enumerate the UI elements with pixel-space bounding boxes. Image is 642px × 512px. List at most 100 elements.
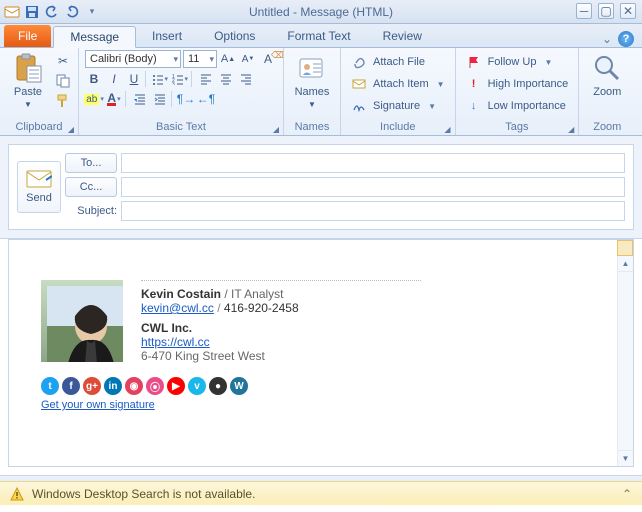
gplus-icon[interactable]: g+ (83, 377, 101, 395)
names-button[interactable]: Names▼ (290, 50, 334, 112)
tags-launcher-icon[interactable]: ◢ (568, 125, 574, 134)
low-importance-icon: ↓ (466, 98, 482, 114)
font-color-icon[interactable]: A (105, 90, 123, 108)
signature-email-link[interactable]: kevin@cwl.cc (141, 301, 214, 315)
maximize-button[interactable]: ▢ (598, 3, 614, 19)
basictext-launcher-icon[interactable]: ◢ (273, 125, 279, 134)
qat-dropdown-icon[interactable]: ▾ (84, 4, 100, 20)
status-expand-icon[interactable]: ⌃ (622, 487, 632, 501)
shrink-font-icon[interactable]: A▼ (239, 50, 257, 68)
warning-icon (10, 487, 24, 501)
to-button[interactable]: To... (65, 153, 117, 173)
signature-company: CWL Inc. (141, 321, 421, 335)
minimize-button[interactable]: ─ (576, 3, 592, 19)
signature-name: Kevin Costain (141, 287, 221, 301)
tab-file[interactable]: File (4, 25, 51, 47)
wordpress-icon[interactable]: W (230, 377, 248, 395)
attach-item-button[interactable]: Attach Item▼ (347, 74, 449, 94)
high-importance-icon: ! (466, 76, 482, 92)
ltr-icon[interactable]: ¶→ (177, 90, 195, 108)
group-basic-text: Calibri (Body) 11 A▲ A▼ A⌫ B I U 123 (79, 48, 284, 135)
svg-text:3: 3 (172, 82, 175, 85)
ribbon: Paste▼ ✂ Clipboard◢ Calibri (Body) 11 A▲… (0, 48, 642, 136)
clipboard-launcher-icon[interactable]: ◢ (68, 125, 74, 134)
zoom-button[interactable]: Zoom (585, 50, 629, 100)
minimize-ribbon-icon[interactable]: ⌄ (602, 32, 612, 46)
message-header: Send To... Cc... Subject: (0, 136, 642, 239)
status-bar: Windows Desktop Search is not available.… (0, 481, 642, 505)
save-icon[interactable] (24, 4, 40, 20)
facebook-icon[interactable]: f (62, 377, 80, 395)
tab-review[interactable]: Review (367, 25, 438, 47)
github-icon[interactable]: ● (209, 377, 227, 395)
dribbble-icon[interactable]: ⦿ (146, 377, 164, 395)
numbering-icon[interactable]: 123 (171, 70, 189, 88)
bold-icon[interactable]: B (85, 70, 103, 88)
copy-icon[interactable] (54, 72, 72, 90)
tab-message[interactable]: Message (53, 26, 136, 48)
include-launcher-icon[interactable]: ◢ (444, 125, 450, 134)
instagram-icon[interactable]: ◉ (125, 377, 143, 395)
align-left-icon[interactable] (197, 70, 215, 88)
flag-icon (466, 54, 482, 70)
to-field[interactable] (121, 153, 625, 173)
italic-icon[interactable]: I (105, 70, 123, 88)
quick-access-toolbar: ▾ (0, 4, 100, 20)
signature-icon (351, 98, 367, 114)
rtl-icon[interactable]: ←¶ (197, 90, 215, 108)
message-body[interactable]: ▲ ▼ Kevin Costain / IT Analyst (8, 239, 634, 467)
zoom-icon (591, 52, 623, 84)
tab-format-text[interactable]: Format Text (271, 25, 366, 47)
underline-icon[interactable]: U (125, 70, 143, 88)
low-importance-button[interactable]: ↓ Low Importance (462, 96, 573, 116)
highlight-icon[interactable]: ab (85, 90, 103, 108)
email-signature: Kevin Costain / IT Analyst kevin@cwl.cc … (41, 280, 421, 411)
format-painter-icon[interactable] (54, 92, 72, 110)
group-names: Names▼ Names (284, 48, 341, 135)
subject-field[interactable] (121, 201, 625, 221)
signature-button[interactable]: Signature▼ (347, 96, 449, 116)
subject-label: Subject: (63, 199, 119, 223)
youtube-icon[interactable]: ▶ (167, 377, 185, 395)
group-include: Attach File Attach Item▼ Signature▼ Incl… (341, 48, 456, 135)
signature-social-row: t f g+ in ◉ ⦿ ▶ v ● W (41, 377, 421, 395)
signature-address: 6-470 King Street West (141, 349, 421, 363)
paste-options-icon[interactable] (617, 240, 633, 256)
font-family-combo[interactable]: Calibri (Body) (85, 50, 181, 68)
grow-font-icon[interactable]: A▲ (219, 50, 237, 68)
attach-file-button[interactable]: Attach File (347, 52, 449, 72)
follow-up-button[interactable]: Follow Up▼ (462, 52, 573, 72)
clear-formatting-icon[interactable]: A⌫ (259, 50, 277, 68)
title-bar: ▾ Untitled - Message (HTML) ─ ▢ ✕ (0, 0, 642, 24)
twitter-icon[interactable]: t (41, 377, 59, 395)
decrease-indent-icon[interactable] (131, 90, 149, 108)
cc-button[interactable]: Cc... (65, 177, 117, 197)
attach-item-icon (351, 76, 367, 92)
tab-insert[interactable]: Insert (136, 25, 198, 47)
font-size-combo[interactable]: 11 (183, 50, 217, 68)
help-icon[interactable]: ? (618, 31, 634, 47)
align-right-icon[interactable] (237, 70, 255, 88)
send-button[interactable]: Send (17, 161, 61, 213)
tab-options[interactable]: Options (198, 25, 271, 47)
bullets-icon[interactable] (151, 70, 169, 88)
group-zoom: Zoom Zoom (579, 48, 635, 135)
signature-photo (41, 280, 123, 362)
undo-icon[interactable] (44, 4, 60, 20)
paste-button[interactable]: Paste▼ (6, 50, 50, 112)
signature-url-link[interactable]: https://cwl.cc (141, 335, 210, 349)
linkedin-icon[interactable]: in (104, 377, 122, 395)
get-your-own-signature-link[interactable]: Get your own signature (41, 399, 155, 411)
ribbon-tabs: File Message Insert Options Format Text … (0, 24, 642, 48)
redo-icon[interactable] (64, 4, 80, 20)
close-button[interactable]: ✕ (620, 3, 636, 19)
group-tags: Follow Up▼ ! High Importance ↓ Low Impor… (456, 48, 580, 135)
increase-indent-icon[interactable] (151, 90, 169, 108)
align-center-icon[interactable] (217, 70, 235, 88)
vimeo-icon[interactable]: v (188, 377, 206, 395)
status-text: Windows Desktop Search is not available. (32, 487, 255, 501)
cc-field[interactable] (121, 177, 625, 197)
body-scrollbar[interactable]: ▲ ▼ (617, 240, 633, 466)
high-importance-button[interactable]: ! High Importance (462, 74, 573, 94)
cut-icon[interactable]: ✂ (54, 52, 72, 70)
